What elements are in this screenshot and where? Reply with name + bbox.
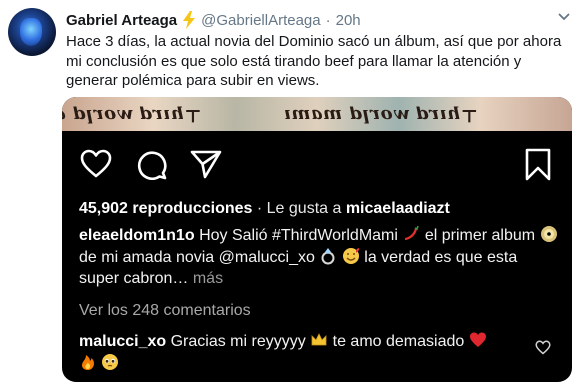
ring-icon <box>321 247 335 264</box>
likes-prefix: · Le gusta a <box>256 200 342 217</box>
lightning-bolt-icon <box>183 11 196 29</box>
tweet-time[interactable]: 20h <box>336 12 361 29</box>
bookmark-icon[interactable] <box>524 148 552 181</box>
tweet[interactable]: Gabriel Arteaga @GabriellArteaga · 20h H… <box>0 0 583 392</box>
chevron-down-icon[interactable] <box>557 12 571 22</box>
avatar[interactable] <box>8 8 56 56</box>
album-title-left: ɐ plɹoʍ pɹıɥ⊥ <box>62 105 202 126</box>
view-comments-link[interactable]: Ver los 248 comentarios <box>79 302 251 320</box>
pleading-face-icon <box>102 353 119 370</box>
post-caption: eleaeldom1n1o Hoy Salió #ThirdWorldMami … <box>79 225 559 290</box>
tweet-text: Hace 3 días, la actual novia del Dominio… <box>66 33 562 89</box>
author-handle[interactable]: @GabriellArteaga <box>201 12 320 29</box>
embedded-instagram-post[interactable]: ɐ plɹoʍ pɹıɥ⊥ ıɯɐɯ plɹoʍ pɹıɥ⊥ 45,902 re… <box>62 97 572 382</box>
liked-by-user[interactable]: micaelaadiazt <box>346 200 450 217</box>
chili-icon <box>405 225 420 240</box>
red-heart-icon <box>469 332 486 347</box>
comment-text-1: Gracias mi reyyyyy <box>170 333 306 350</box>
album-cover-strip: ɐ plɹoʍ pɹıɥ⊥ ıɯɐɯ plɹoʍ pɹıɥ⊥ <box>62 97 572 131</box>
caption-text-1: Hoy Salió #ThirdWorldMami <box>199 227 398 244</box>
author-name[interactable]: Gabriel Arteaga <box>66 12 177 29</box>
caption-username[interactable]: eleaeldom1n1o <box>79 227 195 244</box>
smiling-face-hearts-icon <box>342 247 360 264</box>
view-count[interactable]: 45,902 reproducciones <box>79 200 252 217</box>
caption-text-2: el primer album <box>424 227 536 244</box>
share-icon[interactable] <box>190 149 222 179</box>
separator-dot: · <box>325 11 331 29</box>
heart-icon[interactable] <box>80 149 112 179</box>
comment-username[interactable]: malucci_xo <box>79 333 166 350</box>
comment-text-2: te amo demasiado <box>332 333 465 350</box>
album-title-right: ıɯɐɯ plɹoʍ pɹıɥ⊥ <box>284 105 479 126</box>
tweet-header: Gabriel Arteaga @GabriellArteaga · 20h <box>66 10 361 30</box>
caption-text-3: de mi amada novia @malucci_xo <box>79 248 315 266</box>
comment: malucci_xo Gracias mi reyyyyy te amo dem… <box>79 331 509 374</box>
crown-icon <box>311 333 327 346</box>
comment-icon[interactable] <box>136 149 168 180</box>
like-comment-heart-icon[interactable] <box>535 340 551 355</box>
cd-icon <box>540 226 557 242</box>
post-stats: 45,902 reproducciones · Le gusta a micae… <box>79 200 450 218</box>
more-link[interactable]: más <box>193 270 223 287</box>
fire-icon <box>82 354 94 370</box>
